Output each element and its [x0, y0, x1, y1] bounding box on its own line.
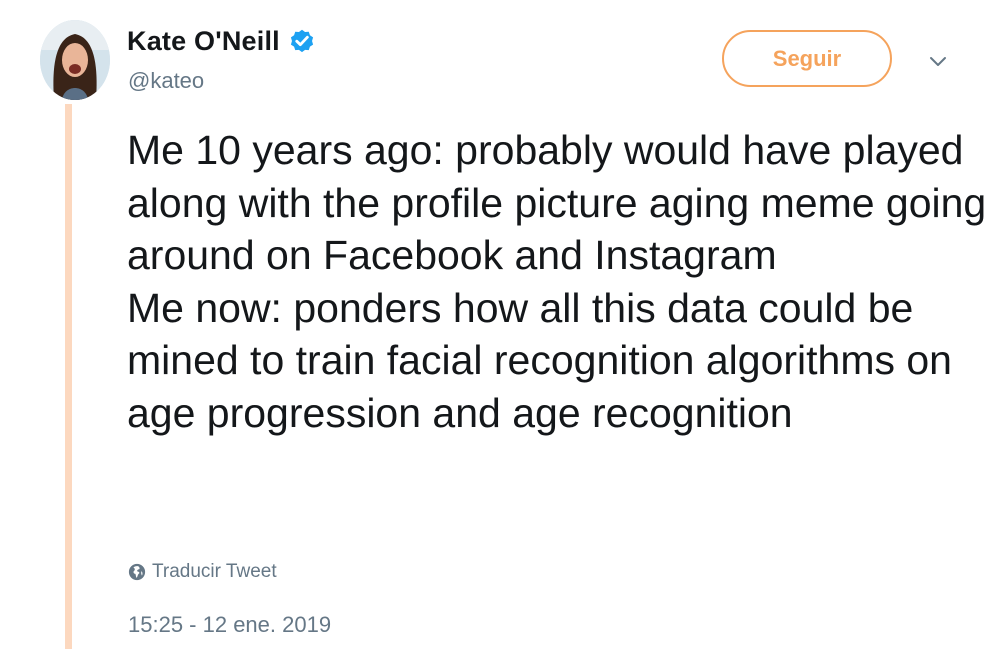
author-handle[interactable]: @kateo — [128, 68, 204, 94]
avatar-photo — [40, 20, 110, 100]
tweet-line: Me 10 years ago: probably would have pla… — [127, 127, 987, 278]
thread-line — [65, 104, 72, 649]
author-name-row: Kate O'Neill — [127, 26, 316, 57]
chevron-down-icon[interactable] — [928, 52, 948, 72]
verified-badge-icon — [290, 29, 313, 52]
tweet-line: Me now: ponders how all this data could … — [127, 284, 952, 436]
tweet-text: Me 10 years ago: probably would have pla… — [127, 124, 987, 439]
avatar[interactable] — [40, 20, 110, 100]
tweet-timestamp[interactable]: 15:25 - 12 ene. 2019 — [128, 612, 331, 638]
follow-button[interactable]: Seguir — [722, 30, 892, 87]
translate-label: Traducir Tweet — [152, 561, 277, 582]
globe-icon — [128, 563, 146, 581]
author-display-name[interactable]: Kate O'Neill — [127, 26, 280, 57]
translate-tweet-link[interactable]: Traducir Tweet — [128, 561, 277, 583]
